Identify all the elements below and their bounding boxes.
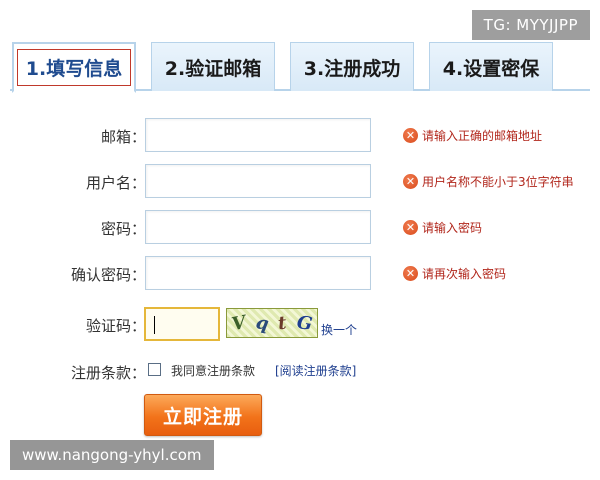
- password-error-text: 请输入密码: [422, 221, 483, 235]
- confirm-password-label: 确认密码：: [70, 266, 146, 284]
- captcha-label: 验证码：: [85, 317, 146, 335]
- step-tabs: 1.填写信息 2.验证邮箱 3.注册成功 4.设置密保: [10, 38, 590, 93]
- error-icon: ✕: [403, 220, 418, 235]
- username-row: 用户名： ✕ 用户名称不能小于3位字符串: [10, 164, 590, 198]
- error-icon: ✕: [403, 174, 418, 189]
- confirm-password-row: 确认密码： ✕ 请再次输入密码: [10, 256, 590, 290]
- captcha-char: G: [295, 311, 314, 335]
- captcha-image[interactable]: V q t G: [226, 308, 318, 338]
- captcha-field[interactable]: [144, 307, 220, 341]
- tab-fill-info-label: 1.填写信息: [16, 49, 132, 86]
- terms-label: 注册条款：: [70, 364, 146, 382]
- tab-fill-info[interactable]: 1.填写信息: [12, 42, 136, 93]
- tab-verify-email[interactable]: 2.验证邮箱: [151, 42, 275, 91]
- username-error-text: 用户名称不能小于3位字符串: [422, 175, 574, 189]
- text-caret: [154, 316, 155, 334]
- confirm-password-field[interactable]: [145, 256, 371, 290]
- captcha-char: V: [229, 311, 248, 335]
- tab-security-question[interactable]: 4.设置密保: [429, 42, 553, 91]
- captcha-row: 验证码： V q t G 换一个: [10, 307, 590, 341]
- read-terms-link[interactable]: [阅读注册条款]: [275, 362, 356, 379]
- password-error: ✕ 请输入密码: [403, 219, 482, 236]
- terms-row: 注册条款： 我同意注册条款 [阅读注册条款]: [10, 354, 590, 388]
- register-now-button[interactable]: 立即注册: [144, 394, 262, 436]
- confirm-password-error: ✕ 请再次输入密码: [403, 265, 506, 282]
- password-field[interactable]: [145, 210, 371, 244]
- email-label: 邮箱：: [100, 128, 146, 146]
- email-error: ✕ 请输入正确的邮箱地址: [403, 127, 542, 144]
- agree-terms-text[interactable]: 我同意注册条款: [171, 362, 255, 379]
- username-label: 用户名：: [85, 174, 146, 192]
- tab-register-success-label: 3.注册成功: [303, 57, 401, 80]
- password-row: 密码： ✕ 请输入密码: [10, 210, 590, 244]
- email-field[interactable]: [145, 118, 371, 152]
- tab-security-question-label: 4.设置密保: [442, 57, 540, 80]
- password-label: 密码：: [100, 220, 146, 238]
- watermark-top: TG: MYYJJPP: [471, 10, 590, 40]
- username-field[interactable]: [145, 164, 371, 198]
- error-icon: ✕: [403, 128, 418, 143]
- confirm-password-error-text: 请再次输入密码: [422, 267, 507, 281]
- email-error-text: 请输入正确的邮箱地址: [422, 129, 543, 143]
- email-row: 邮箱： ✕ 请输入正确的邮箱地址: [10, 118, 590, 152]
- captcha-char: t: [277, 312, 288, 334]
- captcha-char: q: [254, 311, 271, 335]
- username-error: ✕ 用户名称不能小于3位字符串: [403, 173, 574, 190]
- watermark-bottom: www.nangong-yhyl.com: [10, 440, 214, 470]
- refresh-captcha-link[interactable]: 换一个: [321, 321, 357, 338]
- registration-form: 邮箱： ✕ 请输入正确的邮箱地址 用户名： ✕ 用户名称不能小于3位字符串 密码…: [10, 91, 590, 451]
- tab-verify-email-label: 2.验证邮箱: [164, 57, 262, 80]
- tab-register-success[interactable]: 3.注册成功: [290, 42, 414, 91]
- agree-terms-checkbox[interactable]: [148, 363, 161, 376]
- error-icon: ✕: [403, 266, 418, 281]
